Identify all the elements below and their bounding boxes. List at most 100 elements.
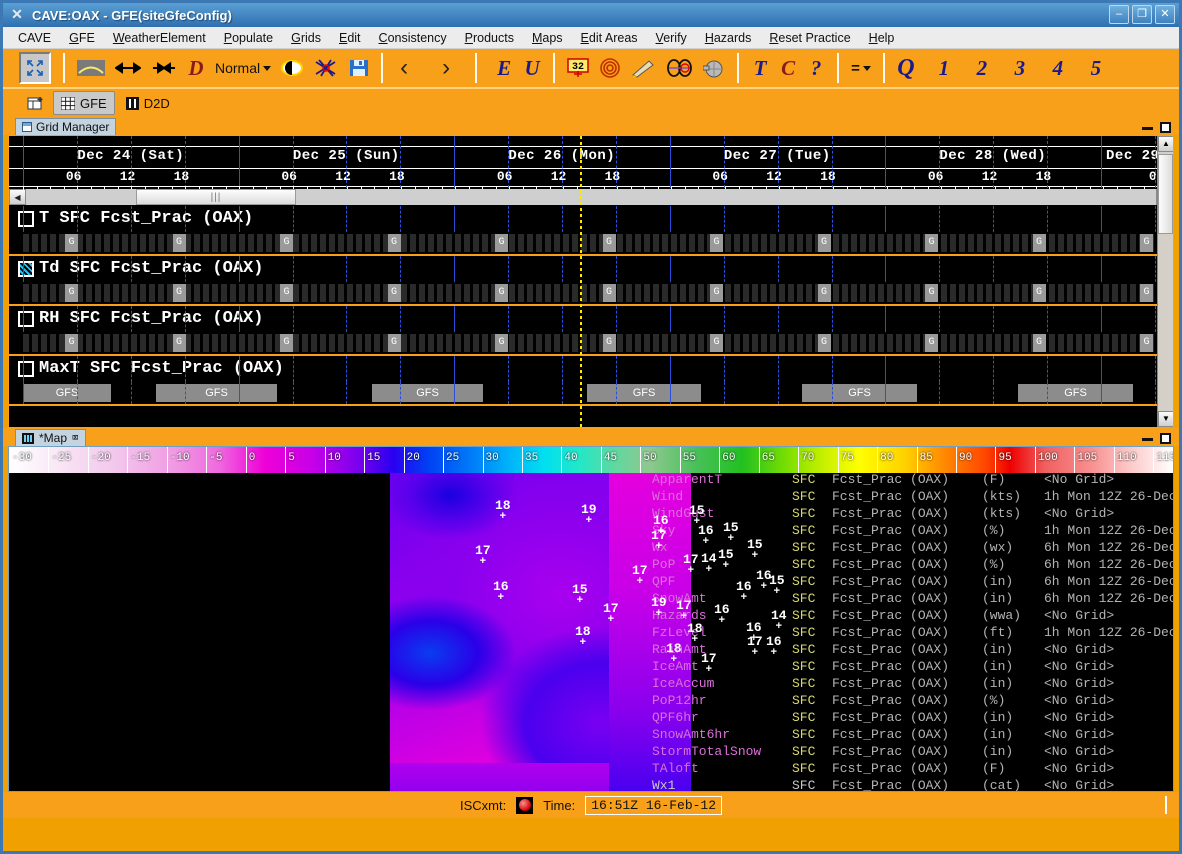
grid-cell[interactable] bbox=[311, 234, 319, 252]
grid-cell[interactable] bbox=[329, 284, 337, 302]
grid-marker-g[interactable]: G bbox=[602, 284, 616, 302]
grid-cell-track[interactable]: GGGGGGGGGGG bbox=[9, 332, 1173, 354]
grid-cell[interactable] bbox=[788, 284, 796, 302]
grid-cell[interactable] bbox=[860, 234, 868, 252]
current-time-value[interactable]: 16:51Z 16-Feb-12 bbox=[585, 795, 723, 815]
grid-cell[interactable] bbox=[158, 284, 166, 302]
grid-cell[interactable] bbox=[239, 234, 247, 252]
grid-cell[interactable] bbox=[905, 234, 913, 252]
grid-cell[interactable] bbox=[221, 334, 229, 352]
grid-cell[interactable] bbox=[455, 284, 463, 302]
grid-cell[interactable] bbox=[410, 234, 418, 252]
grid-cell[interactable] bbox=[473, 284, 481, 302]
grid-cell[interactable] bbox=[563, 334, 571, 352]
legend-row[interactable]: PoP12hr SFC Fcst_Prac (OAX) (%) <No Grid> bbox=[652, 692, 1173, 709]
grid-cell[interactable] bbox=[536, 284, 544, 302]
grid-cell[interactable] bbox=[959, 334, 967, 352]
grid-cell[interactable] bbox=[329, 234, 337, 252]
grid-cell[interactable] bbox=[266, 284, 274, 302]
grid-cell[interactable] bbox=[833, 334, 841, 352]
grid-cell[interactable] bbox=[1112, 334, 1120, 352]
grid-cell[interactable] bbox=[878, 234, 886, 252]
grid-cell[interactable] bbox=[1094, 334, 1102, 352]
grid-cell[interactable] bbox=[878, 334, 886, 352]
grid-cell[interactable] bbox=[329, 334, 337, 352]
grid-cell[interactable] bbox=[1067, 234, 1075, 252]
grid-cell[interactable] bbox=[374, 334, 382, 352]
horizontal-collapse-icon[interactable] bbox=[147, 52, 181, 84]
save-button[interactable] bbox=[345, 52, 373, 84]
grid-cell[interactable] bbox=[203, 234, 211, 252]
grid-cell[interactable] bbox=[698, 334, 706, 352]
grid-cell[interactable] bbox=[896, 284, 904, 302]
grid-cell[interactable] bbox=[581, 284, 589, 302]
grid-cell[interactable] bbox=[437, 284, 445, 302]
vertical-scroll-thumb[interactable] bbox=[1158, 154, 1173, 234]
grid-cell[interactable] bbox=[113, 284, 121, 302]
grid-cell[interactable] bbox=[518, 234, 526, 252]
grid-marker-g[interactable]: G bbox=[65, 284, 78, 302]
grid-cell[interactable] bbox=[365, 234, 373, 252]
legend-row[interactable]: QPF SFC Fcst_Prac (OAX) (in) 6h Mon 12Z 26-D… bbox=[652, 573, 1173, 590]
grid-cell[interactable] bbox=[401, 284, 409, 302]
grid-marker-g[interactable]: G bbox=[1140, 334, 1153, 352]
grid-cell[interactable] bbox=[545, 234, 553, 252]
grid-cell[interactable] bbox=[743, 234, 751, 252]
grid-cell[interactable] bbox=[698, 284, 706, 302]
menu-item-consistency[interactable]: Consistency bbox=[370, 29, 456, 47]
grid-cell[interactable] bbox=[464, 334, 472, 352]
menu-item-maps[interactable]: Maps bbox=[523, 29, 572, 47]
grid-cell[interactable] bbox=[851, 234, 859, 252]
grid-cell[interactable] bbox=[338, 334, 346, 352]
grid-marker-g[interactable]: G bbox=[1140, 234, 1153, 252]
grid-cell[interactable] bbox=[446, 234, 454, 252]
grid-cell[interactable] bbox=[266, 234, 274, 252]
grid-cell[interactable] bbox=[527, 334, 535, 352]
grid-cell[interactable] bbox=[869, 234, 877, 252]
grid-cell[interactable] bbox=[1085, 234, 1093, 252]
grid-cell[interactable] bbox=[374, 284, 382, 302]
grid-cell[interactable] bbox=[527, 284, 535, 302]
grid-cell[interactable] bbox=[977, 284, 985, 302]
grid-cell[interactable] bbox=[356, 334, 364, 352]
grid-cell[interactable] bbox=[23, 234, 31, 252]
grid-cell[interactable] bbox=[545, 284, 553, 302]
grid-cell[interactable] bbox=[878, 284, 886, 302]
grid-cell[interactable] bbox=[86, 234, 94, 252]
grid-cell[interactable] bbox=[482, 284, 490, 302]
grid-cell[interactable] bbox=[131, 284, 139, 302]
grid-cell[interactable] bbox=[644, 334, 652, 352]
grid-cell[interactable] bbox=[257, 334, 265, 352]
grid-cell[interactable] bbox=[464, 234, 472, 252]
edit-mode-dropdown[interactable]: Normal bbox=[211, 52, 275, 84]
grid-cell[interactable] bbox=[95, 284, 103, 302]
legend-row[interactable]: IceAccum SFC Fcst_Prac (OAX) (in) <No Grid> bbox=[652, 675, 1173, 692]
grid-cell[interactable] bbox=[671, 234, 679, 252]
grid-cell[interactable] bbox=[968, 334, 976, 352]
grid-cell[interactable] bbox=[725, 284, 733, 302]
grid-cell[interactable] bbox=[347, 284, 355, 302]
grid-cell[interactable] bbox=[338, 284, 346, 302]
grid-cell[interactable] bbox=[185, 334, 193, 352]
grid-cell[interactable] bbox=[248, 234, 256, 252]
grid-cell[interactable] bbox=[842, 334, 850, 352]
grid-cell[interactable] bbox=[671, 334, 679, 352]
grid-cell[interactable] bbox=[248, 334, 256, 352]
grid-cell[interactable] bbox=[104, 234, 112, 252]
grid-cell[interactable] bbox=[185, 284, 193, 302]
grid-cell[interactable] bbox=[563, 234, 571, 252]
red-led-icon[interactable] bbox=[516, 796, 534, 814]
grid-cell[interactable] bbox=[194, 234, 202, 252]
grid-marker-g[interactable]: G bbox=[65, 234, 78, 252]
grid-marker-g[interactable]: G bbox=[280, 234, 293, 252]
grid-cell[interactable] bbox=[617, 334, 625, 352]
grid-cell[interactable] bbox=[941, 334, 949, 352]
grid-cell[interactable] bbox=[203, 284, 211, 302]
grid-marker-g[interactable]: G bbox=[1032, 284, 1046, 302]
grid-cell[interactable] bbox=[914, 284, 922, 302]
grid-cell[interactable] bbox=[761, 284, 769, 302]
grid-cell[interactable] bbox=[995, 334, 1003, 352]
grid-cell[interactable] bbox=[482, 334, 490, 352]
grid-cell[interactable] bbox=[356, 284, 364, 302]
grid-cell[interactable] bbox=[653, 334, 661, 352]
